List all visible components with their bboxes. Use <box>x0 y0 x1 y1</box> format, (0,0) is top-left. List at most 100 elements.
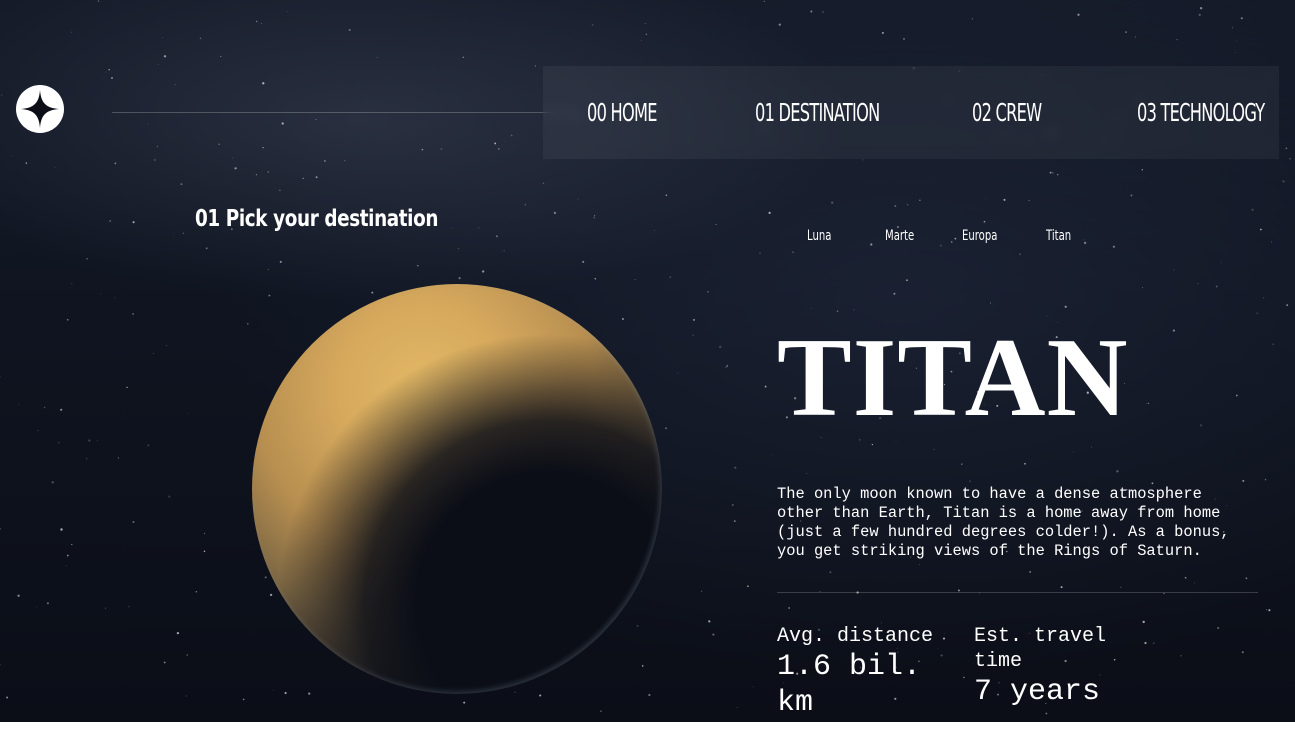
star-dot <box>707 290 709 293</box>
star-dot <box>1198 13 1201 17</box>
star-dot <box>1184 576 1187 579</box>
star-dot <box>162 37 163 38</box>
star-dot <box>1240 17 1243 20</box>
star-dot <box>906 279 908 282</box>
star-dot <box>157 64 159 65</box>
star-dot <box>524 204 526 206</box>
star-dot <box>497 148 500 150</box>
star-dot <box>1024 462 1026 465</box>
nav-item-number: 01 <box>755 98 775 127</box>
star-dot <box>665 194 668 197</box>
star-dot <box>893 292 896 295</box>
star-dot <box>644 23 646 24</box>
star-dot <box>505 140 506 142</box>
nav-item-destination[interactable]: 01 DESTINATION <box>755 66 880 159</box>
star-dot <box>97 0 100 2</box>
star-dot <box>752 686 754 688</box>
star-dot <box>495 235 498 238</box>
star-dot <box>778 23 781 26</box>
star-dot <box>255 174 258 176</box>
star-dot <box>939 244 942 247</box>
star-dot <box>450 227 452 229</box>
star-dot <box>763 0 765 3</box>
star-dot <box>1073 451 1074 452</box>
star-dot <box>503 250 505 252</box>
star-dot <box>1173 269 1175 271</box>
star-dot <box>268 294 271 297</box>
star-dot <box>203 532 206 535</box>
star-dot <box>114 162 117 165</box>
tab-marte[interactable]: Marte <box>885 228 914 244</box>
star-dot <box>260 22 262 24</box>
nav-item-technology[interactable]: 03 TECHNOLOGY <box>1137 66 1265 159</box>
star-dot <box>1064 305 1067 308</box>
logo[interactable] <box>16 85 64 133</box>
star-dot <box>788 607 791 609</box>
star-dot <box>1262 297 1265 299</box>
star-dot <box>715 224 717 225</box>
star-dot <box>636 624 639 627</box>
tab-europa[interactable]: Europa <box>962 228 997 244</box>
star-dot <box>43 406 46 409</box>
star-dot <box>17 594 20 597</box>
star-dot <box>324 160 326 162</box>
tab-titan[interactable]: Titan <box>1046 228 1071 244</box>
star-dot <box>1019 253 1021 256</box>
star-dot <box>645 33 648 36</box>
star-dot <box>510 134 513 137</box>
star-dot <box>234 167 237 170</box>
star-dot <box>1077 13 1080 16</box>
star-dot <box>514 691 516 693</box>
star-dot <box>255 20 258 23</box>
star-dot <box>836 310 839 313</box>
star-dot <box>903 37 905 40</box>
star-dot <box>108 69 110 71</box>
star-dot <box>829 571 832 574</box>
star-dot <box>907 204 909 206</box>
star-dot <box>100 293 102 295</box>
star-dot <box>1217 626 1220 630</box>
star-dot <box>810 308 812 310</box>
star-dot <box>600 710 602 712</box>
star-dot <box>954 237 957 240</box>
star-dot <box>85 458 88 460</box>
star-dot <box>712 633 715 636</box>
star-dot <box>186 654 188 656</box>
star-dot <box>165 344 168 347</box>
star-dot <box>961 463 963 465</box>
nav-item-home[interactable]: 00 HOME <box>587 66 657 159</box>
star-dot <box>6 696 9 699</box>
star-dot <box>267 269 269 270</box>
star-dot <box>1242 479 1245 482</box>
star-dot <box>279 260 282 263</box>
main-nav: 00 HOME 01 DESTINATION 02 CREW 03 TECHNOLOGY <box>543 66 1279 159</box>
star-dot <box>269 593 273 597</box>
star-dot <box>132 313 135 315</box>
star-dot <box>1272 343 1274 345</box>
star-dot <box>279 189 281 192</box>
star-dot <box>60 528 63 531</box>
star-dot <box>156 145 159 148</box>
star-dot <box>539 694 542 697</box>
star-dot <box>1147 402 1150 405</box>
star-dot <box>58 442 60 444</box>
star-dot <box>1266 609 1268 611</box>
nav-item-crew[interactable]: 02 CREW <box>972 66 1042 159</box>
nav-item-label: TECHNOLOGY <box>1160 98 1265 127</box>
tab-luna[interactable]: Luna <box>807 228 831 244</box>
star-dot <box>1120 586 1122 588</box>
destination-page: 00 HOME 01 DESTINATION 02 CREW 03 TECHNOLOGY… <box>0 0 1295 722</box>
star-dot <box>1194 582 1195 584</box>
star-dot <box>105 71 107 73</box>
star-dot <box>187 412 188 414</box>
star-dot <box>1163 592 1165 595</box>
star-dot <box>989 302 992 304</box>
star-dot <box>163 55 167 58</box>
star-dot <box>733 520 736 522</box>
star-dot <box>18 404 20 405</box>
star-dot <box>665 427 667 430</box>
star-dot <box>641 40 643 41</box>
star-dot <box>1151 482 1154 485</box>
star-dot <box>0 664 1 666</box>
star-dot <box>1153 642 1155 644</box>
